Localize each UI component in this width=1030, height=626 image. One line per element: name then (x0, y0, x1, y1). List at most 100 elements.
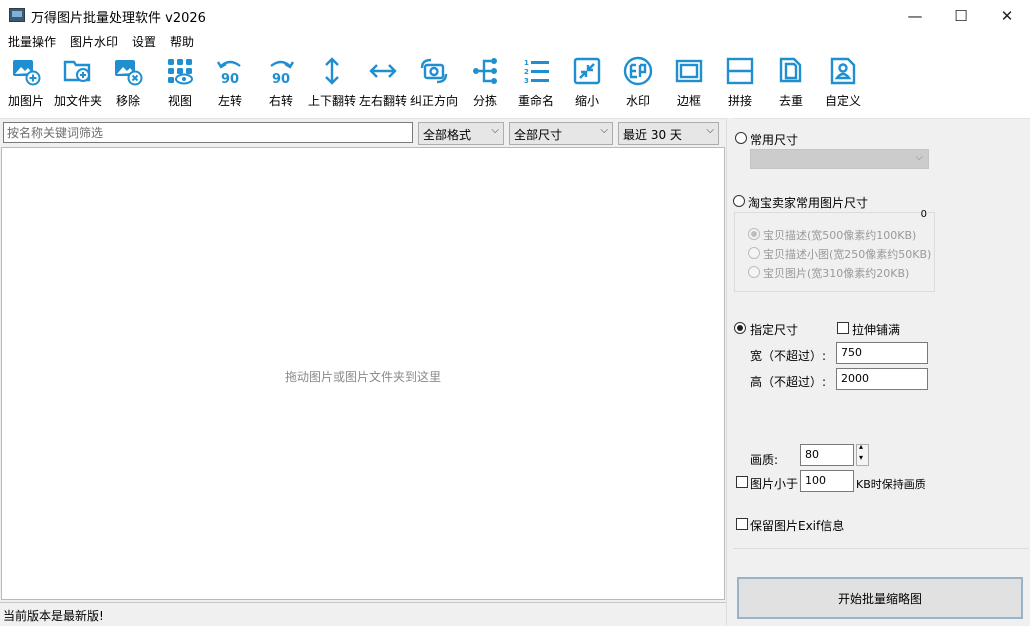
correct-orientation-label: 纠正方向 (409, 94, 458, 108)
minimize-button[interactable]: — (892, 0, 938, 31)
menu-help[interactable]: 帮助 (170, 33, 194, 50)
date-select[interactable]: 最近 30 天 ⌵ (618, 122, 719, 145)
dedupe-button[interactable]: 去重 (773, 54, 809, 114)
rotate-left-button[interactable]: 90 左转 (212, 54, 248, 114)
shrink-label: 缩小 (574, 94, 599, 108)
rotate-right-button[interactable]: 90 右转 (263, 54, 299, 114)
menu-batch[interactable]: 批量操作 (8, 33, 56, 50)
border-label: 边框 (676, 94, 701, 108)
height-label: 高（不超过）: (750, 375, 827, 389)
add-image-icon (13, 60, 41, 86)
rename-button[interactable]: 1 2 3 重命名 (515, 54, 557, 114)
app-icon (9, 8, 25, 22)
chevron-down-icon: ⌵ (915, 152, 923, 163)
correct-orientation-icon (420, 58, 448, 84)
chevron-down-icon: ⌵ (706, 125, 714, 136)
correct-orientation-button[interactable]: 纠正方向 (409, 54, 459, 114)
image-drop-area[interactable]: 拖动图片或图片文件夹到这里 (1, 147, 725, 600)
watermark-button[interactable]: 水印 (620, 54, 656, 114)
rename-icon: 1 2 3 (524, 59, 549, 85)
toolbar: 加图片 加文件夹 移除 视图 90 左转 90 右转 上下翻转 左右翻转 纠正方… (0, 50, 1030, 119)
remove-label: 移除 (115, 94, 140, 108)
svg-text:3: 3 (524, 77, 529, 85)
window-title: 万得图片批量处理软件 v2026 (31, 11, 206, 26)
taobao-size-label: 淘宝卖家常用图片尺寸 (748, 196, 869, 210)
shrink-icon (573, 57, 601, 85)
add-image-button[interactable]: 加图片 (6, 54, 46, 114)
title-bar: 万得图片批量处理软件 v2026 — ☐ ✕ (0, 0, 1030, 31)
status-bar: 当前版本是最新版! (0, 602, 726, 626)
keep-quality-suffix: KB时保持画质 (856, 478, 926, 491)
keep-quality-input[interactable]: 100 (800, 470, 854, 492)
flip-vertical-icon (325, 57, 339, 85)
stitch-label: 拼接 (727, 94, 752, 108)
remove-button[interactable]: 移除 (110, 54, 146, 114)
taobao-option-desc-radio[interactable] (748, 228, 760, 240)
menu-watermark[interactable]: 图片水印 (70, 33, 118, 50)
format-select-value: 全部格式 (423, 128, 472, 142)
quality-label: 画质: (750, 453, 779, 467)
search-input[interactable] (3, 122, 413, 143)
chevron-down-icon: ⌵ (600, 125, 608, 136)
border-button[interactable]: 边框 (671, 54, 707, 114)
flip-vertical-button[interactable]: 上下翻转 (307, 54, 357, 114)
quality-input[interactable]: 80 (800, 444, 854, 466)
rotate-left-label: 左转 (217, 94, 242, 108)
menu-bar: 批量操作 图片水印 设置 帮助 (0, 31, 1030, 50)
format-select[interactable]: 全部格式 ⌵ (418, 122, 504, 145)
flip-horizontal-button[interactable]: 左右翻转 (358, 54, 408, 114)
taobao-option-image-label: 宝贝图片(宽310像素约20KB) (763, 267, 910, 280)
add-folder-button[interactable]: 加文件夹 (52, 54, 104, 114)
remove-icon (115, 60, 143, 86)
keep-quality-prefix: 图片小于 (750, 477, 799, 491)
view-icon (168, 59, 193, 85)
dedupe-icon (779, 57, 802, 83)
taobao-option-desc-small-label: 宝贝描述小图(宽250像素约50KB) (763, 248, 932, 261)
sort-icon (473, 58, 497, 84)
exif-checkbox[interactable] (736, 518, 748, 530)
rename-label: 重命名 (517, 94, 554, 108)
taobao-options-group: 0 宝贝描述(宽500像素约100KB) 宝贝描述小图(宽250像素约50KB)… (734, 209, 935, 292)
taobao-option-desc-small-radio[interactable] (748, 247, 760, 259)
keep-quality-checkbox[interactable] (736, 476, 748, 488)
view-button[interactable]: 视图 (162, 54, 198, 114)
maximize-button[interactable]: ☐ (938, 0, 984, 31)
exif-label: 保留图片Exif信息 (750, 519, 845, 533)
border-icon (675, 59, 703, 83)
stepper-up-icon[interactable]: ▴ (859, 442, 863, 451)
taobao-size-radio[interactable] (733, 195, 745, 207)
custom-icon (830, 57, 856, 85)
width-input[interactable]: 750 (836, 342, 928, 364)
stretch-checkbox[interactable] (837, 322, 849, 334)
common-size-select[interactable]: ⌵ (750, 149, 929, 169)
shrink-button[interactable]: 缩小 (569, 54, 605, 114)
taobao-group-badge: 0 (919, 209, 928, 220)
add-folder-label: 加文件夹 (53, 94, 102, 108)
sort-button[interactable]: 分拣 (467, 54, 503, 114)
common-size-radio[interactable] (735, 132, 747, 144)
close-button[interactable]: ✕ (984, 0, 1030, 31)
start-batch-button[interactable]: 开始批量缩略图 (737, 577, 1023, 619)
height-input[interactable]: 2000 (836, 368, 928, 390)
rotate-right-label: 右转 (268, 94, 293, 108)
stitch-icon (726, 57, 754, 85)
drop-hint: 拖动图片或图片文件夹到这里 (284, 370, 441, 384)
rotate-right-icon: 90 (270, 60, 295, 86)
flip-vertical-label: 上下翻转 (307, 94, 356, 108)
menu-settings[interactable]: 设置 (132, 33, 156, 50)
date-select-value: 最近 30 天 (623, 128, 682, 142)
stepper-down-icon[interactable]: ▾ (859, 453, 863, 462)
quality-stepper[interactable]: ▴ ▾ (856, 442, 869, 466)
chevron-down-icon: ⌵ (491, 125, 499, 136)
size-select-value: 全部尺寸 (514, 128, 563, 142)
stitch-button[interactable]: 拼接 (722, 54, 758, 114)
taobao-option-desc-label: 宝贝描述(宽500像素约100KB) (763, 229, 917, 242)
panel-splitter[interactable] (726, 118, 733, 625)
custom-button[interactable]: 自定义 (822, 54, 864, 114)
taobao-option-image-radio[interactable] (748, 266, 760, 278)
status-text: 当前版本是最新版! (3, 609, 104, 623)
size-select[interactable]: 全部尺寸 ⌵ (509, 122, 613, 145)
specified-size-radio[interactable] (734, 322, 746, 334)
custom-label: 自定义 (824, 94, 861, 108)
sort-label: 分拣 (472, 94, 497, 108)
